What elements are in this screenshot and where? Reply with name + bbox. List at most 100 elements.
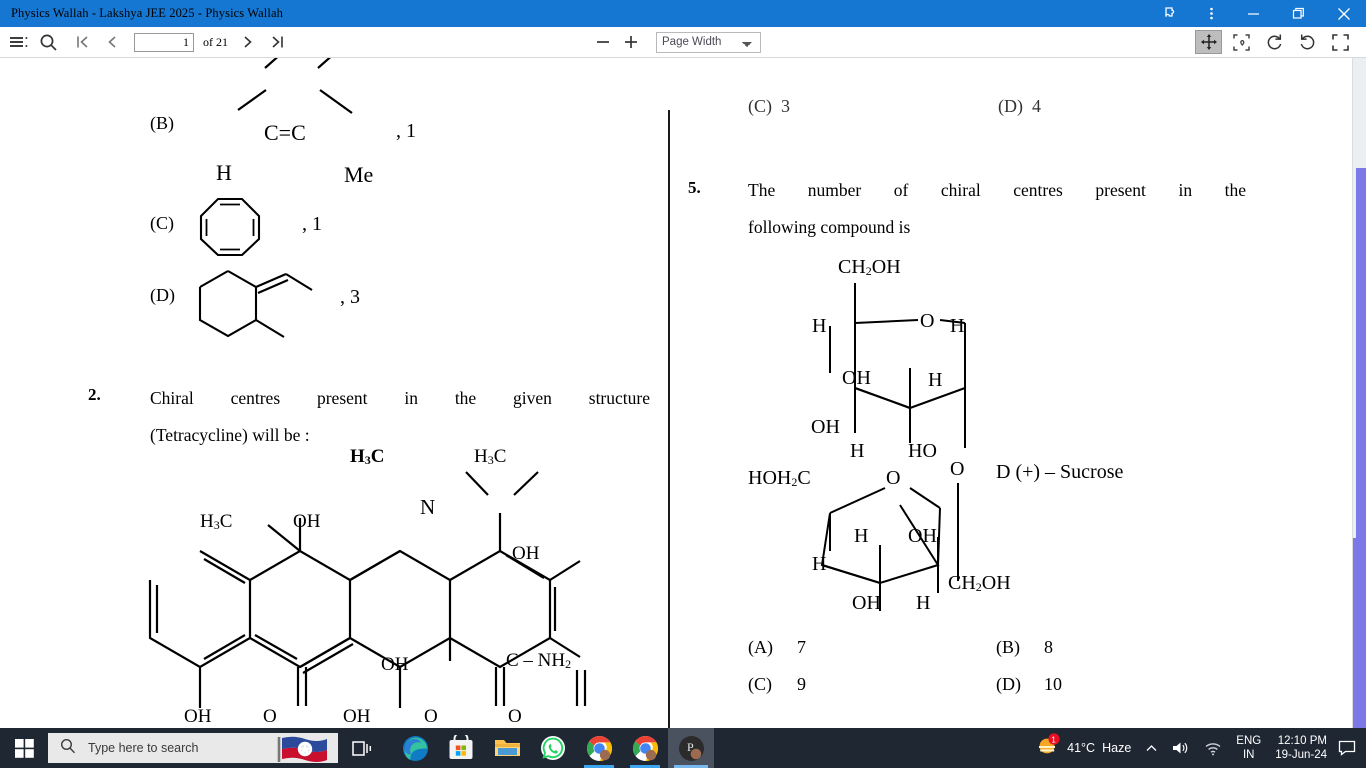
glucose-h-left-label: H: [812, 315, 827, 337]
scrollbar-thumb-lower[interactable]: [1353, 538, 1366, 728]
notification-center-icon[interactable]: [1334, 728, 1360, 768]
question-2-number: 2.: [88, 385, 101, 404]
question-5-option-a-value: 7: [797, 637, 806, 657]
sidebar-toggle-icon[interactable]: [6, 29, 32, 55]
tetracycline-oh-bottom-center-label: OH: [343, 706, 371, 727]
taskbar-app-microsoft-store[interactable]: [438, 728, 484, 768]
taskbar-app-microsoft-edge[interactable]: [392, 728, 438, 768]
volume-icon[interactable]: [1165, 728, 1197, 768]
option-c-value: , 1: [302, 213, 322, 235]
tetracycline-o-ketone1-label: O: [263, 706, 277, 727]
window-title: Physics Wallah - Lakshya JEE 2025 - Phys…: [11, 6, 283, 20]
last-page-icon[interactable]: [264, 29, 290, 55]
tetracycline-h3c-ring-label: H3C: [200, 511, 233, 532]
first-page-icon[interactable]: [70, 29, 96, 55]
show-hidden-icons-icon[interactable]: [1138, 728, 1165, 768]
taskbar-app-whatsapp[interactable]: [530, 728, 576, 768]
fullscreen-icon[interactable]: [1327, 30, 1354, 54]
ethylidene-methylcyclohexane: [198, 270, 313, 338]
tetracycline-oh-bottom-left-label: OH: [184, 706, 212, 727]
previous-question-option-d: (D) 4: [998, 96, 1041, 116]
glucose-ch2oh-label: CH2OH: [838, 256, 901, 278]
title-bar: Physics Wallah - Lakshya JEE 2025 - Phys…: [0, 0, 1366, 27]
tetracycline-h3c-top-left-label: H3C: [350, 446, 385, 467]
butene-me-label: Me: [344, 162, 374, 187]
rotate-counterclockwise-icon[interactable]: [1294, 30, 1321, 54]
question-5-option-c-value: 9: [797, 674, 806, 694]
windows-taskbar: Type here to search P 1 41°C Haze ENG IN…: [0, 728, 1366, 768]
taskbar-app-google-chrome-2[interactable]: [622, 728, 668, 768]
question-2-line1: Chiral centres present in the given stru…: [150, 388, 650, 408]
search-placeholder-text: Type here to search: [88, 741, 199, 755]
zoom-in-icon[interactable]: [618, 29, 644, 55]
butene-h-label: H: [216, 160, 232, 185]
glucose-h-inner-label: H: [928, 369, 943, 391]
pdf-page: (B) C=C H Me , 1 (C) , 1 (D) , 3 2. Chir…: [0, 58, 1338, 728]
search-icon[interactable]: [35, 29, 61, 55]
sucrose-caption: D (+) – Sucrose: [996, 461, 1124, 483]
glucose-ho-bottom-label: HO: [908, 440, 937, 462]
wifi-icon[interactable]: [1197, 728, 1229, 768]
taskbar-app-file-explorer[interactable]: [484, 728, 530, 768]
option-c-label: (C): [150, 213, 174, 233]
pan-hand-icon[interactable]: [1195, 30, 1222, 54]
language-line-1: ENG: [1236, 735, 1262, 747]
previous-page-icon[interactable]: [99, 29, 125, 55]
weather-widget[interactable]: 1 41°C Haze: [1029, 728, 1138, 768]
system-tray: 1 41°C Haze ENG IN 12:10 PM 19-Jun-24: [1029, 728, 1366, 768]
juneteenth-flag-icon[interactable]: [276, 735, 330, 763]
windows-start-icon[interactable]: [0, 728, 48, 768]
question-2-line2: (Tetracycline) will be :: [150, 425, 310, 445]
taskbar-app-physics-wallah[interactable]: P: [668, 728, 714, 768]
tetracycline-o-amide-label: O: [508, 706, 522, 727]
close-icon[interactable]: [1321, 0, 1366, 27]
fructose-h-bottom-label: H: [916, 592, 931, 614]
document-scrollbar[interactable]: [1352, 58, 1366, 728]
area-select-icon[interactable]: [1228, 30, 1255, 54]
language-indicator[interactable]: ENG IN: [1229, 728, 1268, 768]
cis-2-butene-skeletal: [237, 58, 353, 114]
search-input[interactable]: Type here to search: [48, 733, 338, 763]
question-5-option-b-value: 8: [1044, 637, 1053, 657]
more-options-icon[interactable]: [1191, 0, 1231, 27]
tetracycline-h3c-top-right-label: H3C: [474, 446, 507, 467]
window-controls: [1151, 0, 1366, 27]
sucrose-fructose-ring: [820, 483, 959, 611]
taskbar-app-google-chrome[interactable]: [576, 728, 622, 768]
glucose-h-bottom-label: H: [850, 440, 865, 462]
tetracycline-oh-center-label: OH: [381, 654, 409, 675]
question-5-option-d-label: (D): [996, 674, 1021, 694]
option-d-label: (D): [150, 285, 175, 305]
fructose-ring-o-label: O: [886, 467, 901, 489]
scrollbar-thumb[interactable]: [1356, 168, 1366, 538]
next-page-icon[interactable]: [235, 29, 261, 55]
zoom-level-select[interactable]: AutomaticActual SizePage FitPage Width50…: [656, 31, 761, 53]
butene-c-equals-c-label: C=C: [264, 120, 306, 145]
question-5-option-a-label: (A): [748, 637, 773, 657]
tetracycline-oh-top-label: OH: [293, 511, 321, 532]
rotate-clockwise-icon[interactable]: [1261, 30, 1288, 54]
fructose-h-inner-label: H: [854, 525, 869, 547]
page-total-label: of 21: [203, 34, 228, 49]
svg-text:1: 1: [1052, 735, 1057, 744]
clock-time: 12:10 PM: [1277, 735, 1327, 747]
clock-widget[interactable]: 12:10 PM 19-Jun-24: [1268, 728, 1334, 768]
zoom-out-icon[interactable]: [590, 29, 616, 55]
pdf-viewport[interactable]: (B) C=C H Me , 1 (C) , 1 (D) , 3 2. Chir…: [0, 58, 1366, 728]
question-5-line1: The number of chiral centres present in …: [748, 180, 1246, 200]
fructose-oh-inner-label: OH: [908, 525, 937, 547]
task-view-icon[interactable]: [338, 728, 386, 768]
question-5-number: 5.: [688, 178, 701, 197]
glucose-oh-bottom-label: OH: [811, 416, 840, 438]
puzzle-extension-icon[interactable]: [1151, 0, 1191, 27]
page-number-input[interactable]: [134, 32, 194, 52]
pdf-toolbar: of 21 AutomaticActual SizePage FitPage W…: [0, 27, 1366, 58]
tetracycline-n-label: N: [420, 495, 436, 519]
restore-icon[interactable]: [1276, 0, 1321, 27]
question-5-option-c-label: (C): [748, 674, 772, 694]
minimize-icon[interactable]: [1231, 0, 1276, 27]
previous-question-option-c: (C) 3: [748, 96, 790, 116]
cyclooctatetraene: [199, 197, 261, 257]
column-divider: [668, 110, 670, 728]
fructose-ch2oh-label: CH2OH: [948, 572, 1011, 594]
